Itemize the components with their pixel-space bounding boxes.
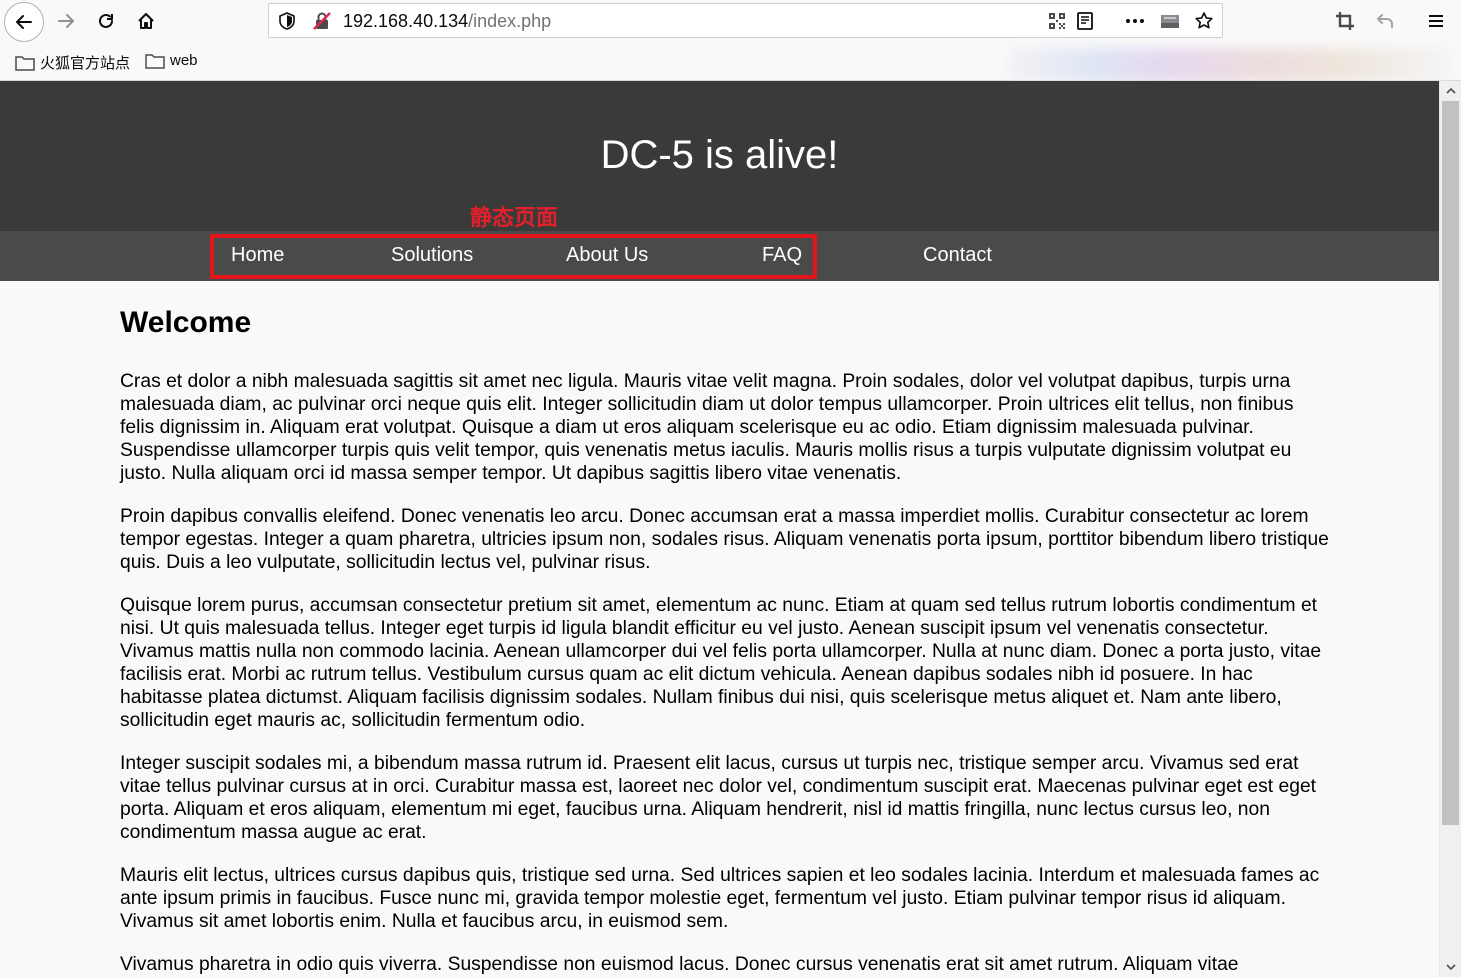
shield-icon[interactable] xyxy=(278,12,296,30)
bookmark-item[interactable]: web xyxy=(145,52,198,69)
content-paragraph: Mauris elit lectus, ultrices cursus dapi… xyxy=(120,865,1320,932)
browser-toolbar: 192.168.40.134/index.php xyxy=(0,0,1461,42)
undo-icon xyxy=(1377,14,1393,28)
site-title: DC-5 is alive! xyxy=(600,133,839,177)
reload-button[interactable] xyxy=(89,4,123,38)
undo-button[interactable] xyxy=(1368,4,1402,38)
bookmark-label: web xyxy=(170,52,198,69)
content-paragraph: Quisque lorem purus, accumsan consectetu… xyxy=(120,595,1322,731)
bookmark-label: 火狐官方站点 xyxy=(40,55,131,72)
nav-link-about-us[interactable]: About Us xyxy=(566,244,648,267)
nav-link-solutions[interactable]: Solutions xyxy=(391,244,473,267)
back-icon xyxy=(16,15,32,29)
insecure-lock-icon[interactable] xyxy=(312,11,332,31)
reload-icon xyxy=(99,13,113,28)
annotation-label: 静态页面 xyxy=(470,206,559,231)
url-text[interactable]: 192.168.40.134/index.php xyxy=(343,11,551,32)
nav-link-faq[interactable]: FAQ xyxy=(762,244,802,267)
reader-mode-icon[interactable] xyxy=(1075,11,1095,31)
vertical-scrollbar[interactable] xyxy=(1439,81,1461,977)
scroll-up-button[interactable] xyxy=(1440,81,1461,100)
chevron-up-icon xyxy=(1445,87,1456,94)
home-icon xyxy=(138,13,154,29)
chevron-down-icon xyxy=(1445,963,1456,970)
folder-icon xyxy=(145,53,165,69)
page-viewport: DC-5 is alive! 静态页面 Home Solutions About… xyxy=(0,81,1439,977)
back-button[interactable] xyxy=(4,2,44,42)
content-paragraph: Proin dapibus convallis eleifend. Donec … xyxy=(120,506,1329,573)
bookmark-star-icon[interactable] xyxy=(1194,11,1214,31)
screenshot-icon[interactable] xyxy=(1159,11,1181,31)
menu-icon xyxy=(1429,15,1443,27)
site-nav: Home Solutions About Us FAQ Contact xyxy=(0,231,1439,281)
annotation-highlight-box xyxy=(210,234,817,279)
url-path: /index.php xyxy=(468,11,552,31)
crop-button[interactable] xyxy=(1328,4,1362,38)
crop-icon xyxy=(1336,12,1354,30)
scroll-down-button[interactable] xyxy=(1440,957,1461,976)
page-heading: Welcome xyxy=(120,306,252,339)
forward-icon xyxy=(58,14,74,28)
more-actions-icon[interactable] xyxy=(1124,11,1146,31)
blurred-region xyxy=(1010,48,1450,82)
content-paragraph: Cras et dolor a nibh malesuada sagittis … xyxy=(120,371,1294,484)
folder-icon xyxy=(15,55,35,71)
menu-button[interactable] xyxy=(1419,4,1453,38)
qr-code-icon[interactable] xyxy=(1047,11,1067,31)
content-paragraph: Vivamus pharetra in odio quis viverra. S… xyxy=(120,954,1239,975)
home-button[interactable] xyxy=(129,4,163,38)
nav-link-home[interactable]: Home xyxy=(231,244,284,267)
nav-link-contact[interactable]: Contact xyxy=(923,244,992,267)
url-bar[interactable]: 192.168.40.134/index.php xyxy=(268,3,1223,38)
main-content: Welcome Cras et dolor a nibh malesuada s… xyxy=(120,306,1330,977)
content-paragraph: Integer suscipit sodales mi, a bibendum … xyxy=(120,753,1317,843)
site-header: DC-5 is alive! 静态页面 xyxy=(0,81,1439,231)
url-host: 192.168.40.134 xyxy=(343,11,469,31)
scrollbar-thumb[interactable] xyxy=(1442,101,1459,825)
forward-button[interactable] xyxy=(49,4,83,38)
bookmark-item[interactable]: 火狐官方站点 xyxy=(15,52,130,73)
